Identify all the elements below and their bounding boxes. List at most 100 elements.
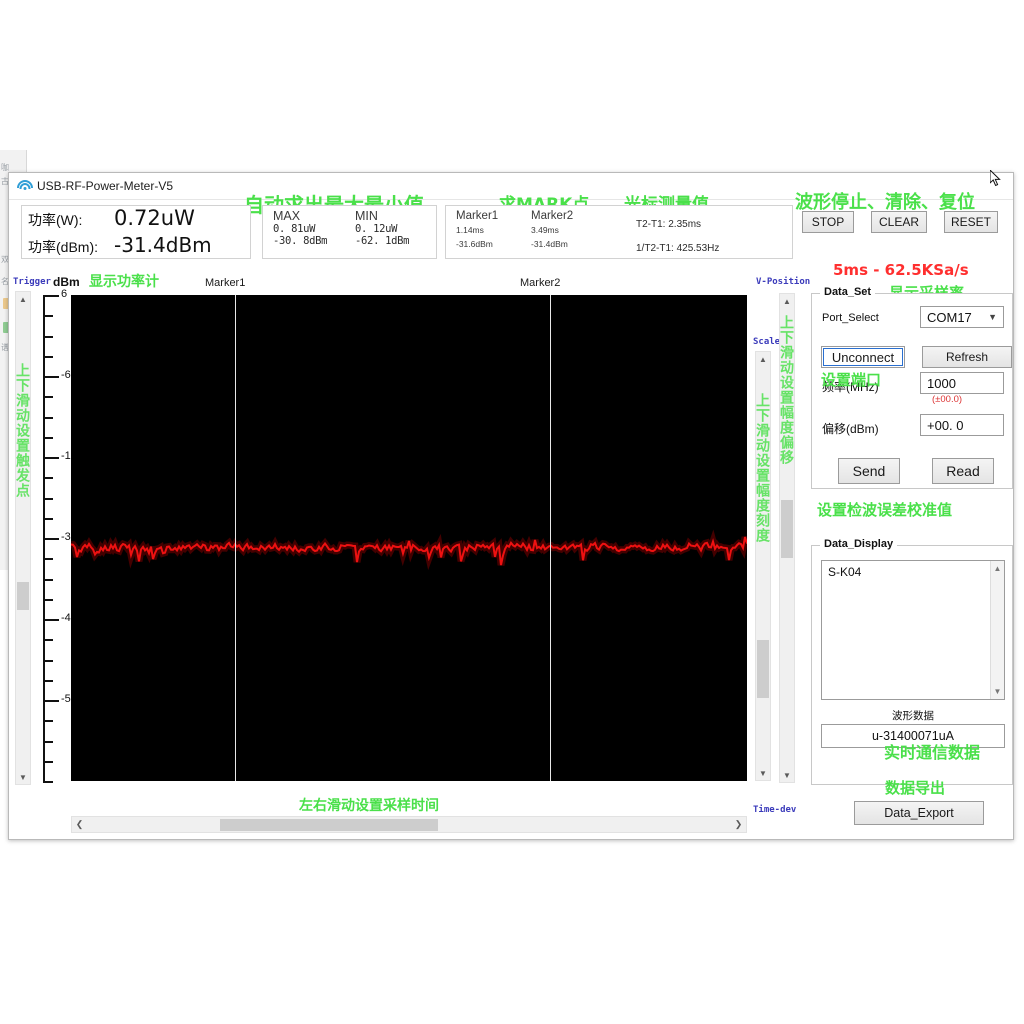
min-dbm-value: -62. 1dBm [355,235,409,247]
scale-scroll-down-arrow[interactable]: ▼ [756,766,770,780]
power-dbm-value: -31.4dBm [114,233,212,257]
y-axis-minor-tick [43,660,53,662]
annotation-set-port: 设置端口 [821,369,881,390]
marker2-line[interactable] [550,295,551,781]
y-axis-major-tick [43,295,59,297]
marker1-line[interactable] [235,295,236,781]
data-display-scrollbar[interactable]: ▲ ▼ [990,561,1004,699]
marker2-power: -31.4dBm [531,239,573,249]
time-scroll-left-arrow[interactable]: ❮ [72,819,87,830]
delta-time-value: T2-T1: 2.35ms [636,219,701,230]
marker2-block: Marker2 3.49ms -31.4dBm [531,210,573,249]
y-axis-minor-tick [43,781,53,783]
y-axis-minor-tick [43,356,53,358]
y-axis-tick-label: 6 [61,288,67,300]
y-axis-major-tick [43,457,59,459]
power-readout-panel: 功率(W): 0.72uW 功率(dBm): -31.4dBm [21,205,251,259]
y-axis-minor-tick [43,579,53,581]
power-watt-value: 0.72uW [114,206,195,230]
y-axis-minor-tick [43,396,53,398]
textarea-scroll-up-arrow[interactable]: ▲ [991,564,1004,573]
port-select-label: Port_Select [822,312,879,324]
y-axis-minor-tick [43,558,53,560]
unconnect-button[interactable]: Unconnect [821,346,905,368]
power-dbm-row: 功率(dBm): -31.4dBm [22,233,250,260]
y-axis-major-tick [43,619,59,621]
inverse-delta-time-value: 1/T2-T1: 425.53Hz [636,243,719,254]
trigger-scroll-thumb[interactable] [17,582,29,610]
max-dbm-value: -30. 8dBm [273,235,327,247]
waveform-plot[interactable] [71,295,747,781]
frequency-input[interactable]: 1000 [920,372,1004,394]
offset-note: (±00.0) [932,394,962,405]
annotation-realtime: 实时通信数据 [884,739,980,763]
port-select-value: COM17 [927,310,972,325]
vpos-scroll-up-arrow[interactable]: ▲ [780,294,794,308]
power-watt-row: 功率(W): 0.72uW [22,206,250,233]
reset-button[interactable]: RESET [944,211,998,233]
marker-panel: Marker1 1.14ms -31.6dBm Marker2 3.49ms -… [445,205,793,259]
y-axis: 6-6-18-30-42-54 [43,291,71,785]
data-display-legend: Data_Display [820,538,897,550]
y-axis-minor-tick [43,437,53,439]
marker2-label: Marker2 [531,210,573,222]
y-axis-major-tick [43,538,59,540]
y-axis-minor-tick [43,761,53,763]
y-axis-minor-tick [43,498,53,500]
textarea-scroll-down-arrow[interactable]: ▼ [991,687,1004,696]
time-scroll-right-arrow[interactable]: ❯ [731,819,746,830]
power-watt-label: 功率(W): [28,210,114,230]
y-axis-minor-tick [43,599,53,601]
max-label: MAX [273,209,327,223]
read-button[interactable]: Read [932,458,994,484]
application-window: USB-RF-Power-Meter-V5 自动求出最大最小值 求MARK点 光… [8,172,1014,840]
port-select-dropdown[interactable]: COM17 ▼ [920,306,1004,328]
y-axis-major-tick [43,376,59,378]
trigger-scroll-down-arrow[interactable]: ▼ [16,770,30,784]
marker2-time: 3.49ms [531,225,573,235]
max-column: MAX 0. 81uW -30. 8dBm [273,209,327,247]
data-export-button[interactable]: Data_Export [854,801,984,825]
v-position-label: V-Position [756,277,810,287]
scale-scroll-up-arrow[interactable]: ▲ [756,352,770,366]
annotation-time-slider: 左右滑动设置采样时间 [299,795,439,815]
marker1-label: Marker1 [456,210,498,222]
marker1-power: -31.6dBm [456,239,498,249]
y-axis-minor-tick [43,477,53,479]
scale-scroll-thumb[interactable] [757,640,769,698]
trigger-scroll-up-arrow[interactable]: ▲ [16,292,30,306]
stop-button[interactable]: STOP [802,211,854,233]
annotation-export: 数据导出 [885,777,945,798]
y-axis-major-tick [43,700,59,702]
y-axis-minor-tick [43,741,53,743]
time-scrollbar[interactable]: ❮ ❯ [71,816,747,833]
time-scroll-thumb[interactable] [220,819,438,831]
waveform-trace [71,295,747,781]
power-dbm-label: 功率(dBm): [28,237,114,257]
min-watt-value: 0. 12uW [355,223,409,235]
annotation-calibration: 设置检波误差校准值 [817,499,952,520]
y-axis-minor-tick [43,680,53,682]
offset-input[interactable]: +00. 0 [920,414,1004,436]
unit-label: dBm [53,275,80,289]
send-button[interactable]: Send [838,458,900,484]
vpos-scroll-down-arrow[interactable]: ▼ [780,768,794,782]
vpos-scroll-thumb[interactable] [781,500,793,558]
y-axis-minor-tick [43,315,53,317]
data-display-textarea[interactable]: S-K04 ▲ ▼ [821,560,1005,700]
mouse-cursor [990,170,1002,188]
y-axis-minor-tick [43,639,53,641]
time-dev-label: Time-dev [753,805,796,815]
wave-data-label: 波形数据 [812,708,1014,723]
marker2-plot-label: Marker2 [520,277,560,289]
window-title: USB-RF-Power-Meter-V5 [37,179,173,193]
marker1-plot-label: Marker1 [205,277,245,289]
data-set-legend: Data_Set [820,286,875,298]
clear-button[interactable]: CLEAR [871,211,927,233]
y-axis-minor-tick [43,336,53,338]
sample-rate-readout: 5ms - 62.5KSa/s [833,261,969,279]
chevron-down-icon: ▼ [988,312,997,322]
y-axis-minor-tick [43,417,53,419]
data-display-text: S-K04 [828,565,861,579]
refresh-button[interactable]: Refresh [922,346,1012,368]
